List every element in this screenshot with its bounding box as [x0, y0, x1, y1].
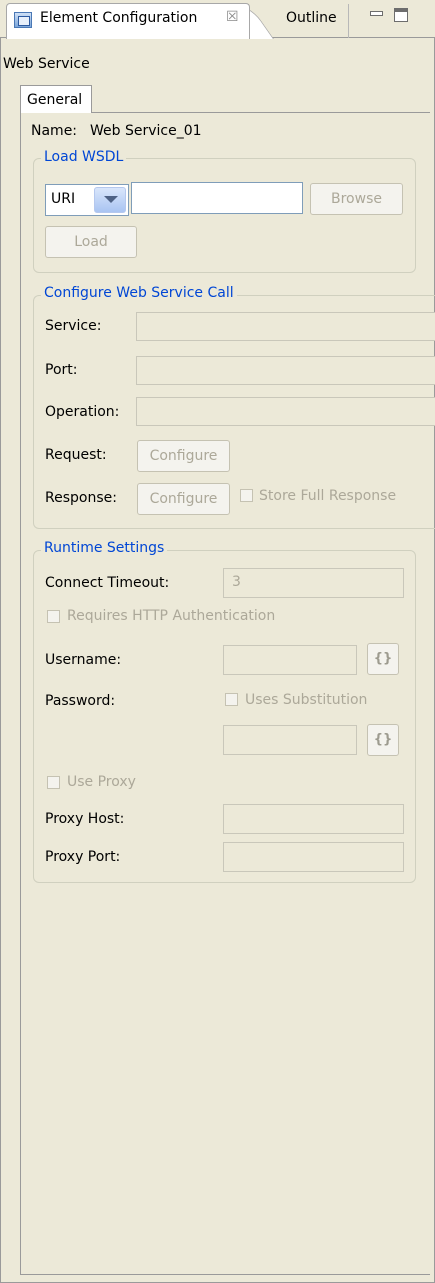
- request-configure-button[interactable]: Configure: [137, 440, 230, 472]
- substitution-icon[interactable]: {}: [367, 643, 399, 675]
- minimize-icon[interactable]: [370, 8, 383, 20]
- use-proxy-label: Use Proxy: [67, 774, 136, 790]
- operation-select[interactable]: [136, 397, 435, 425]
- proxy-port-input[interactable]: [223, 842, 404, 872]
- browse-button[interactable]: Browse: [310, 183, 403, 215]
- port-select-edge: [136, 384, 435, 387]
- uses-substitution-checkbox[interactable]: [225, 693, 238, 706]
- proxy-port-label: Proxy Port:: [45, 849, 121, 865]
- configure-call-legend: Configure Web Service Call: [41, 285, 237, 301]
- port-label: Port:: [45, 362, 78, 378]
- service-label: Service:: [45, 318, 102, 334]
- source-type-value: URI: [51, 191, 76, 207]
- password-label: Password:: [45, 693, 116, 709]
- close-icon[interactable]: ☒: [226, 9, 239, 25]
- username-label: Username:: [45, 652, 122, 668]
- connect-timeout-label: Connect Timeout:: [45, 575, 170, 591]
- requires-auth-label: Requires HTTP Authentication: [67, 608, 276, 624]
- password-input[interactable]: [223, 725, 357, 755]
- use-proxy-checkbox[interactable]: [47, 776, 60, 789]
- substitution-icon[interactable]: {}: [367, 724, 399, 756]
- operation-label: Operation:: [45, 404, 120, 420]
- name-label: Name:: [31, 123, 78, 139]
- tab-outline[interactable]: Outline: [286, 10, 337, 26]
- port-select[interactable]: [136, 356, 435, 384]
- response-configure-button[interactable]: Configure: [137, 483, 230, 515]
- load-wsdl-legend: Load WSDL: [41, 149, 127, 165]
- requires-auth-checkbox[interactable]: [47, 610, 60, 623]
- page-title: Web Service: [3, 56, 90, 72]
- request-label: Request:: [45, 447, 107, 463]
- tab-separator: [348, 4, 349, 38]
- view-icon: [14, 12, 32, 28]
- maximize-icon[interactable]: [394, 8, 408, 22]
- store-full-response-checkbox[interactable]: [240, 489, 253, 502]
- proxy-host-label: Proxy Host:: [45, 811, 125, 827]
- proxy-host-input[interactable]: [223, 804, 404, 834]
- connect-timeout-input[interactable]: 3: [223, 568, 404, 598]
- tab-element-configuration-label: Element Configuration: [40, 10, 198, 26]
- name-value: Web Service_01: [90, 123, 202, 139]
- load-button[interactable]: Load: [45, 226, 137, 258]
- runtime-settings-legend: Runtime Settings: [41, 540, 168, 556]
- operation-select-edge: [136, 425, 435, 428]
- wsdl-uri-input[interactable]: [131, 182, 303, 214]
- service-select-edge: [136, 340, 435, 343]
- dropdown-arrow-icon[interactable]: [94, 187, 126, 213]
- uses-substitution-label: Uses Substitution: [245, 692, 368, 708]
- tab-general[interactable]: General: [20, 85, 92, 113]
- username-input[interactable]: [223, 645, 357, 675]
- service-select[interactable]: [136, 312, 435, 340]
- store-full-response-label: Store Full Response: [259, 488, 397, 504]
- response-label: Response:: [45, 490, 117, 506]
